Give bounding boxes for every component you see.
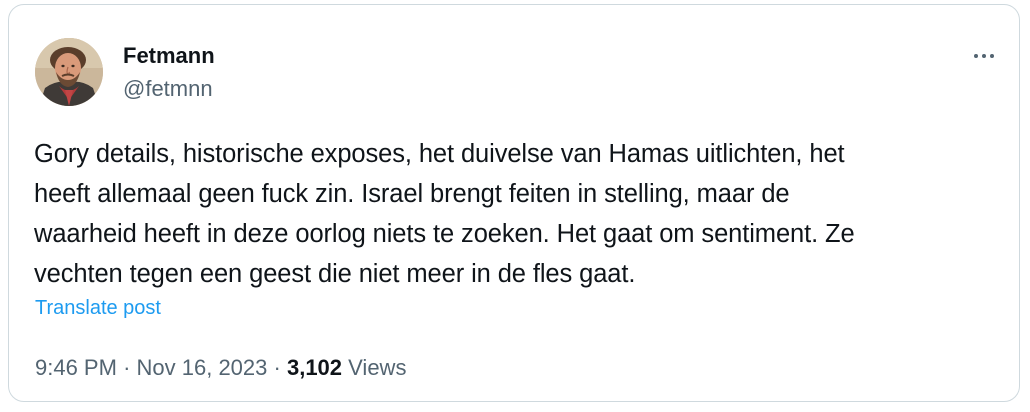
post-text-line: vechten tegen een geest die niet meer in… [34,260,636,288]
more-options-icon-dot [982,54,986,58]
translate-post-link[interactable]: Translate post [35,297,161,320]
tweet-card: Fetmann @fetmnn Gory details, historisch… [8,4,1020,402]
more-options-icon-dot [990,54,994,58]
post-date[interactable]: Nov 16, 2023 [137,355,268,380]
more-options-button[interactable] [967,41,1001,71]
meta-separator: · [273,355,281,380]
post-text: Gory details, historische exposes, het d… [34,134,1004,294]
post-text-line: Gory details, historische exposes, het d… [34,140,845,168]
avatar-portrait-image [35,38,103,106]
avatar[interactable] [35,38,103,106]
views-count: 3,102 [286,355,343,380]
post-text-line: waarheid heeft in deze oorlog niets te z… [34,220,855,248]
post-time[interactable]: 9:46 PM [35,355,117,380]
meta-separator: · [123,355,131,380]
more-options-icon [974,54,978,58]
author-handle[interactable]: @fetmnn [123,76,213,102]
post-text-line: heeft allemaal geen fuck zin. Israel bre… [34,180,790,208]
post-metadata: 9:46 PM · Nov 16, 2023 · 3,102 Views [35,355,406,381]
views-label: Views [348,355,407,380]
author-name[interactable]: Fetmann [123,43,215,69]
